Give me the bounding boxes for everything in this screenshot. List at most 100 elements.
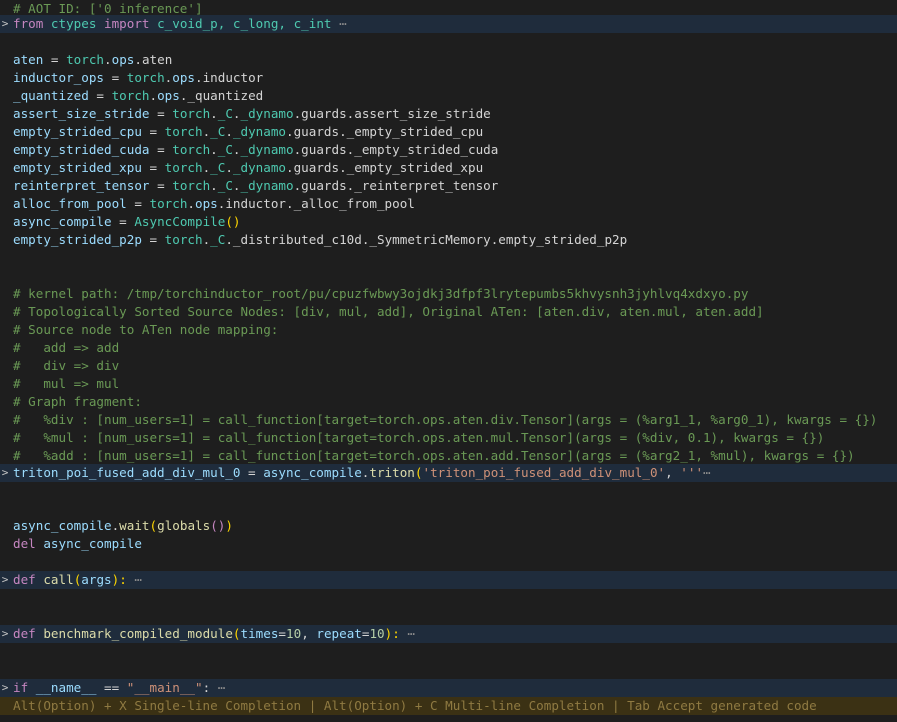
completion-hint-bar[interactable]: Alt(Option) + X Single-line Completion |…	[0, 697, 897, 715]
code-token: empty_strided_cuda	[13, 142, 150, 157]
code-line[interactable]: async_compile.wait(globals())	[0, 517, 897, 535]
code-line[interactable]: empty_strided_xpu = torch._C._dynamo.gua…	[0, 159, 897, 177]
code-line[interactable]: # Topologically Sorted Source Nodes: [di…	[0, 303, 897, 321]
code-token: benchmark_compiled_module	[43, 626, 233, 641]
fold-chevron-icon[interactable]: >	[0, 571, 10, 589]
code-token: .guards._empty_strided_cuda	[293, 142, 499, 157]
fold-ellipsis-icon: ⋯	[126, 572, 142, 587]
fold-chevron-icon[interactable]: >	[0, 679, 10, 697]
code-token: _dynamo	[240, 178, 294, 193]
code-token: ==	[104, 680, 120, 695]
code-token: ops	[172, 70, 196, 85]
code-text: _quantized = torch.ops._quantized	[13, 87, 263, 105]
code-token: def	[13, 572, 36, 587]
code-text: assert_size_stride = torch._C._dynamo.gu…	[13, 105, 491, 123]
code-text: reinterpret_tensor = torch._C._dynamo.gu…	[13, 177, 498, 195]
code-text: empty_strided_p2p = torch._C._distribute…	[13, 231, 627, 249]
code-token: ,	[665, 465, 681, 480]
code-token: ops	[111, 52, 135, 67]
code-line[interactable]: del async_compile	[0, 535, 897, 553]
code-token: )	[225, 518, 233, 533]
code-token: torch	[164, 124, 203, 139]
folded-code-line[interactable]: > triton_poi_fused_add_div_mul_0 = async_…	[0, 464, 897, 482]
code-line[interactable]: # add => add	[0, 339, 897, 357]
code-token: 10	[369, 626, 385, 641]
code-text: # %mul : [num_users=1] = call_function[t…	[13, 429, 824, 447]
fold-ellipsis-icon: ⋯	[210, 680, 226, 695]
code-token: =	[126, 196, 150, 211]
code-line[interactable]: # %div : [num_users=1] = call_function[t…	[0, 411, 897, 429]
code-text: # Source node to ATen node mapping:	[13, 321, 278, 339]
code-token: # Source node to ATen node mapping:	[13, 322, 279, 337]
code-line[interactable]: empty_strided_cpu = torch._C._dynamo.gua…	[0, 123, 897, 141]
code-token: _C	[210, 124, 226, 139]
code-line[interactable]: # mul => mul	[0, 375, 897, 393]
code-text: # kernel path: /tmp/torchinductor_root/p…	[13, 285, 748, 303]
folded-code-line[interactable]: > def benchmark_compiled_module(times=10,…	[0, 625, 897, 643]
code-token: .	[149, 88, 158, 103]
folded-code-line[interactable]: > from ctypes import c_void_p, c_long, c_…	[0, 15, 897, 33]
code-token: ,	[301, 626, 317, 641]
code-token: '''	[680, 465, 704, 480]
code-line[interactable]: # %mul : [num_users=1] = call_function[t…	[0, 429, 897, 447]
code-line[interactable]: aten = torch.ops.aten	[0, 51, 897, 69]
code-token: _dynamo	[232, 124, 287, 139]
code-token: alloc_from_pool	[13, 196, 127, 211]
code-editor[interactable]: # AOT ID: ['0_inference'] > from ctypes im…	[0, 0, 897, 722]
code-token: # Topologically Sorted Source Nodes: [di…	[13, 304, 764, 319]
code-token: .guards._empty_strided_xpu	[286, 160, 484, 175]
code-token: _quantized	[13, 88, 89, 103]
code-token: if	[13, 680, 29, 695]
code-text: # Topologically Sorted Source Nodes: [di…	[13, 303, 764, 321]
code-token: ctypes	[43, 16, 105, 31]
code-token: torch	[149, 196, 188, 211]
code-token: torch	[164, 232, 203, 247]
code-token: ()	[225, 214, 241, 229]
code-token: torch	[172, 178, 211, 193]
code-line[interactable]: _quantized = torch.ops._quantized	[0, 87, 897, 105]
code-token: _C	[217, 106, 233, 121]
code-token: 10	[286, 626, 302, 641]
code-token: args	[81, 572, 112, 587]
code-line[interactable]: # div => div	[0, 357, 897, 375]
code-line[interactable]: alloc_from_pool = torch.ops.inductor._al…	[0, 195, 897, 213]
fold-chevron-icon[interactable]: >	[0, 464, 10, 482]
code-text: # add => add	[13, 339, 119, 357]
code-token: c_void_p, c_long, c_int	[149, 16, 332, 31]
code-token: =	[278, 626, 287, 641]
code-token: wait	[119, 518, 150, 533]
fold-ellipsis-icon: ⋯	[331, 16, 347, 31]
folded-code-line[interactable]: > def call(args): ⋯	[0, 571, 897, 589]
code-token: _dynamo	[240, 142, 294, 157]
code-line[interactable]: async_compile = AsyncCompile()	[0, 213, 897, 231]
code-text: del async_compile	[13, 535, 142, 553]
code-token: =	[104, 70, 127, 85]
code-token: .aten	[134, 52, 173, 67]
code-token: .	[210, 106, 218, 121]
code-token: globals	[157, 518, 211, 533]
code-text: # Graph fragment:	[13, 393, 142, 411]
code-line[interactable]: # Graph fragment:	[0, 393, 897, 411]
code-line[interactable]: # %add : [num_users=1] = call_function[t…	[0, 447, 897, 465]
code-line[interactable]: reinterpret_tensor = torch._C._dynamo.gu…	[0, 177, 897, 195]
code-token: _C	[217, 142, 233, 157]
code-token: .	[187, 196, 195, 211]
code-token: triton_poi_fused_add_div_mul_0	[13, 465, 241, 480]
code-token: .guards._reinterpret_tensor	[293, 178, 499, 193]
code-text: def call(args): ⋯	[13, 571, 142, 589]
code-line[interactable]: # Source node to ATen node mapping:	[0, 321, 897, 339]
code-token: # add => add	[13, 340, 120, 355]
code-line[interactable]: # kernel path: /tmp/torchinductor_root/p…	[0, 285, 897, 303]
code-line[interactable]: inductor_ops = torch.ops.inductor	[0, 69, 897, 87]
code-token: =	[88, 88, 112, 103]
folded-code-line[interactable]: > if __name__ == "__main__": ⋯	[0, 679, 897, 697]
code-line[interactable]: empty_strided_cuda = torch._C._dynamo.gu…	[0, 141, 897, 159]
code-text: empty_strided_cuda = torch._C._dynamo.gu…	[13, 141, 498, 159]
fold-chevron-icon[interactable]: >	[0, 625, 10, 643]
code-line[interactable]: assert_size_stride = torch._C._dynamo.gu…	[0, 105, 897, 123]
code-token: import	[104, 16, 150, 31]
code-line[interactable]: empty_strided_p2p = torch._C._distribute…	[0, 231, 897, 249]
fold-chevron-icon[interactable]: >	[0, 15, 10, 33]
code-token: .inductor	[195, 70, 264, 85]
